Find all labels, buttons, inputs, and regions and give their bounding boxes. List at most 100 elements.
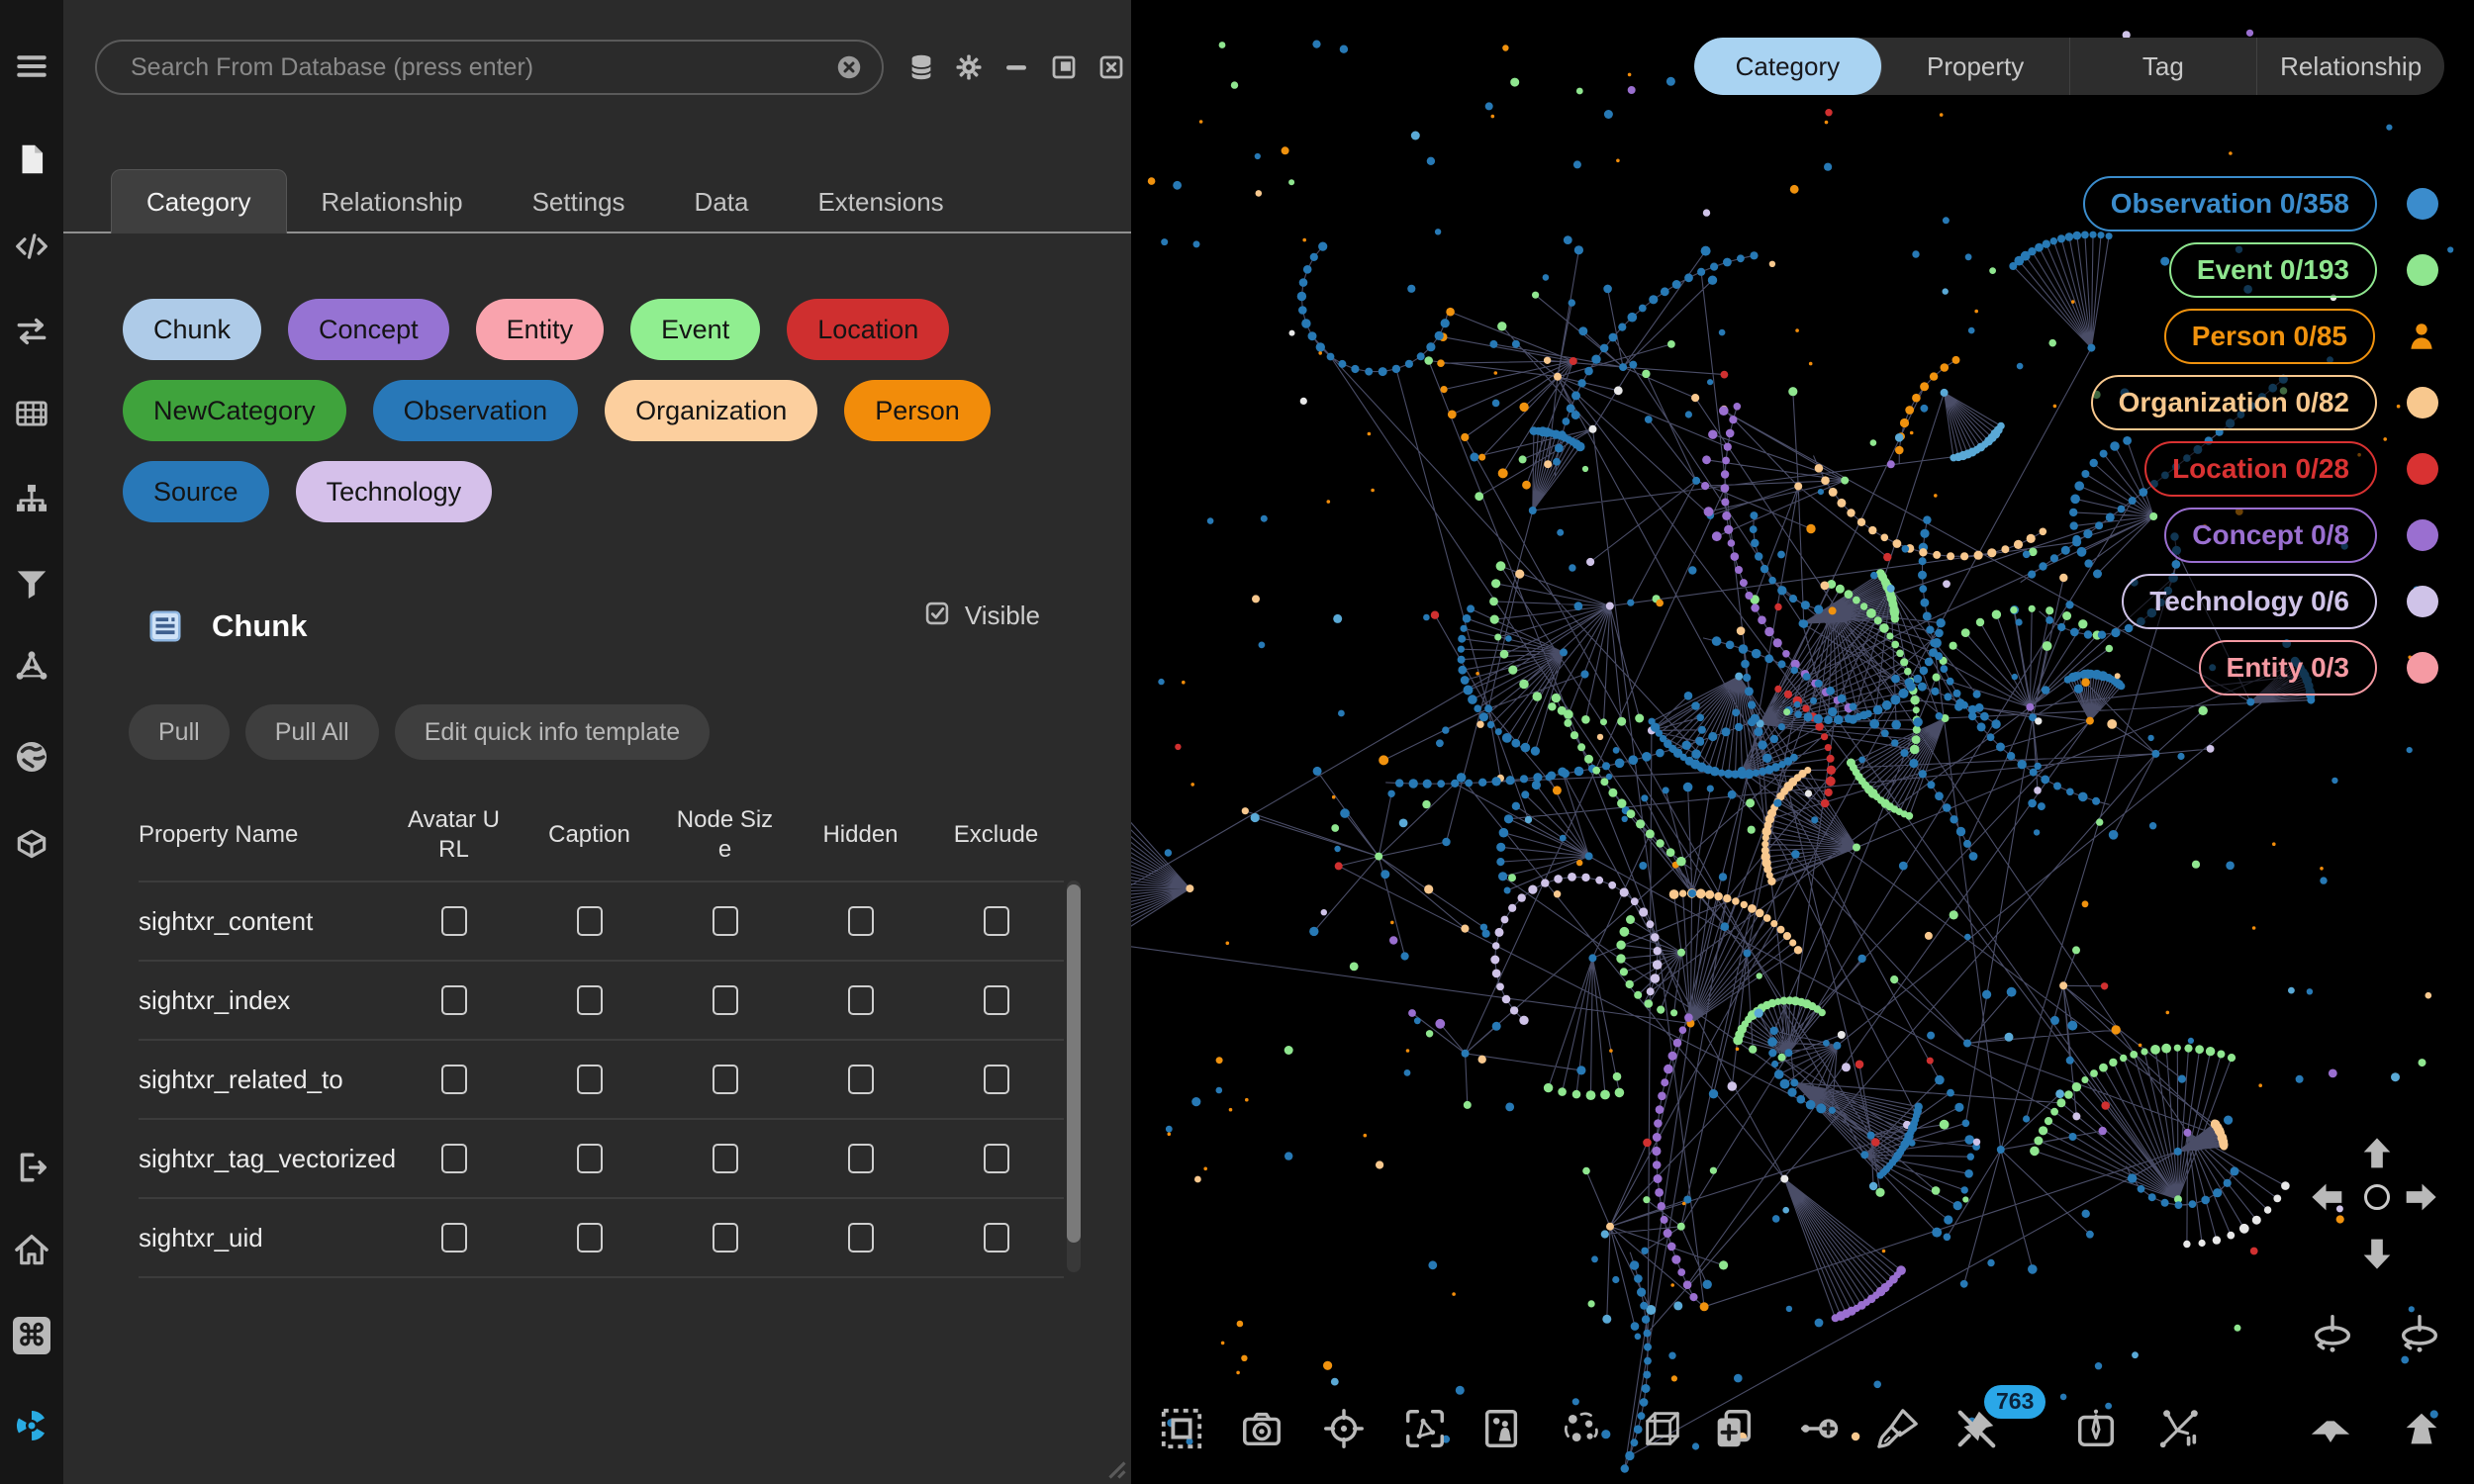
category-chip-person[interactable]: Person bbox=[844, 380, 991, 441]
scrollbar-thumb[interactable] bbox=[1067, 884, 1081, 1243]
category-chip-observation[interactable]: Observation bbox=[373, 380, 579, 441]
pin-off-icon[interactable]: 763 bbox=[1952, 1405, 2000, 1452]
screenshot-camera-icon[interactable] bbox=[1238, 1405, 1285, 1452]
select-region-icon[interactable] bbox=[1158, 1405, 1205, 1452]
cut-edges-icon[interactable] bbox=[2155, 1405, 2203, 1452]
tab-settings[interactable]: Settings bbox=[498, 170, 660, 233]
tab-relationship[interactable]: Relationship bbox=[287, 170, 498, 233]
panel-resize-handle[interactable] bbox=[1097, 1450, 1127, 1480]
close-icon[interactable] bbox=[1096, 52, 1126, 82]
checkbox[interactable] bbox=[577, 906, 603, 936]
edit-quick-info-template-button[interactable]: Edit quick info template bbox=[395, 704, 710, 760]
orbit-left-button[interactable] bbox=[2310, 1310, 2355, 1355]
pan-up-button[interactable] bbox=[2357, 1135, 2397, 1174]
canvas-tab-tag[interactable]: Tag bbox=[2070, 38, 2258, 95]
tab-category[interactable]: Category bbox=[111, 169, 287, 233]
brush-style-icon[interactable] bbox=[1874, 1405, 1922, 1452]
legend-item-person[interactable]: Person 0/85 bbox=[2164, 309, 2438, 364]
checkbox[interactable] bbox=[441, 1223, 467, 1252]
category-chip-source[interactable]: Source bbox=[123, 461, 269, 522]
checkbox[interactable] bbox=[848, 906, 874, 936]
canvas-tab-relationship[interactable]: Relationship bbox=[2257, 38, 2444, 95]
checkbox[interactable] bbox=[848, 1065, 874, 1094]
pan-right-button[interactable] bbox=[2400, 1177, 2439, 1217]
checkbox[interactable] bbox=[713, 1144, 738, 1173]
hierarchy-icon[interactable] bbox=[13, 481, 50, 518]
node-cluster-icon[interactable] bbox=[1557, 1405, 1604, 1452]
globe-icon[interactable] bbox=[13, 738, 50, 776]
checkbox[interactable] bbox=[713, 1065, 738, 1094]
settings-gear-icon[interactable] bbox=[954, 52, 984, 82]
legend-item-concept[interactable]: Concept 0/8 bbox=[2164, 508, 2438, 563]
category-chip-entity[interactable]: Entity bbox=[476, 299, 605, 360]
checkbox[interactable] bbox=[984, 906, 1009, 936]
add-node-file-icon[interactable] bbox=[1709, 1405, 1757, 1452]
checkbox[interactable] bbox=[441, 1065, 467, 1094]
clear-search-icon[interactable] bbox=[834, 52, 864, 82]
checkbox[interactable] bbox=[984, 1223, 1009, 1252]
checkbox[interactable] bbox=[577, 1065, 603, 1094]
checkbox[interactable] bbox=[713, 985, 738, 1015]
pull-button[interactable]: Pull bbox=[129, 704, 230, 760]
pan-down-button[interactable] bbox=[2357, 1233, 2397, 1272]
checkbox[interactable] bbox=[577, 985, 603, 1015]
minimize-icon[interactable] bbox=[1001, 52, 1031, 82]
file-document-icon[interactable] bbox=[13, 140, 50, 178]
visible-toggle[interactable]: Visible bbox=[923, 600, 1040, 632]
legend-item-event[interactable]: Event 0/193 bbox=[2169, 242, 2438, 298]
canvas-tab-category[interactable]: Category bbox=[1694, 38, 1882, 95]
checkbox[interactable] bbox=[441, 1144, 467, 1173]
fly-down-button[interactable] bbox=[2308, 1407, 2353, 1452]
legend-item-location[interactable]: Location 0/28 bbox=[2144, 441, 2438, 497]
category-chip-newcategory[interactable]: NewCategory bbox=[123, 380, 346, 441]
category-chip-concept[interactable]: Concept bbox=[288, 299, 449, 360]
table-scrollbar[interactable] bbox=[1067, 881, 1081, 1272]
cube-icon[interactable] bbox=[13, 825, 50, 863]
data-table-icon[interactable] bbox=[13, 395, 50, 432]
legend-item-entity[interactable]: Entity 0/3 bbox=[2199, 640, 2438, 696]
pan-left-button[interactable] bbox=[2309, 1177, 2348, 1217]
checkbox[interactable] bbox=[441, 906, 467, 936]
maximize-icon[interactable] bbox=[1049, 52, 1079, 82]
locate-target-icon[interactable] bbox=[1320, 1405, 1368, 1452]
database-icon[interactable] bbox=[906, 52, 936, 82]
checkbox[interactable] bbox=[713, 906, 738, 936]
network-graph-icon[interactable] bbox=[13, 647, 50, 685]
checkbox[interactable] bbox=[441, 985, 467, 1015]
canvas-tab-property[interactable]: Property bbox=[1882, 38, 2070, 95]
menu-icon[interactable] bbox=[13, 47, 50, 85]
checkbox[interactable] bbox=[984, 1065, 1009, 1094]
checkbox[interactable] bbox=[848, 985, 874, 1015]
legend-item-technology[interactable]: Technology 0/6 bbox=[2122, 574, 2438, 629]
checkbox[interactable] bbox=[984, 985, 1009, 1015]
search-input[interactable] bbox=[129, 52, 834, 83]
tab-data[interactable]: Data bbox=[660, 170, 784, 233]
add-link-icon[interactable] bbox=[1796, 1405, 1844, 1452]
legend-item-observation[interactable]: Observation 0/358 bbox=[2083, 176, 2438, 232]
fly-up-button[interactable] bbox=[2399, 1407, 2444, 1452]
sign-out-icon[interactable] bbox=[13, 1149, 50, 1186]
lasso-select-icon[interactable] bbox=[1401, 1405, 1449, 1452]
category-chip-location[interactable]: Location bbox=[787, 299, 949, 360]
home-icon[interactable] bbox=[13, 1232, 50, 1269]
app-logo-icon[interactable] bbox=[13, 1407, 50, 1444]
legend-item-organization[interactable]: Organization 0/82 bbox=[2091, 375, 2438, 430]
command-icon[interactable]: ⌘ bbox=[13, 1317, 50, 1354]
category-chip-chunk[interactable]: Chunk bbox=[123, 299, 261, 360]
checkbox[interactable] bbox=[848, 1144, 874, 1173]
category-chip-technology[interactable]: Technology bbox=[296, 461, 493, 522]
checkbox[interactable] bbox=[848, 1223, 874, 1252]
checkbox[interactable] bbox=[713, 1223, 738, 1252]
checkbox[interactable] bbox=[577, 1223, 603, 1252]
category-chip-event[interactable]: Event bbox=[630, 299, 760, 360]
cube-3d-icon[interactable] bbox=[1639, 1405, 1686, 1452]
orbit-right-button[interactable] bbox=[2397, 1310, 2442, 1355]
image-view-icon[interactable] bbox=[1477, 1405, 1525, 1452]
tab-extensions[interactable]: Extensions bbox=[783, 170, 978, 233]
category-chip-organization[interactable]: Organization bbox=[605, 380, 817, 441]
code-icon[interactable] bbox=[13, 228, 50, 265]
pull-all-button[interactable]: Pull All bbox=[245, 704, 379, 760]
checkbox[interactable] bbox=[984, 1144, 1009, 1173]
checkbox[interactable] bbox=[577, 1144, 603, 1173]
pan-center-button[interactable] bbox=[2364, 1184, 2390, 1210]
